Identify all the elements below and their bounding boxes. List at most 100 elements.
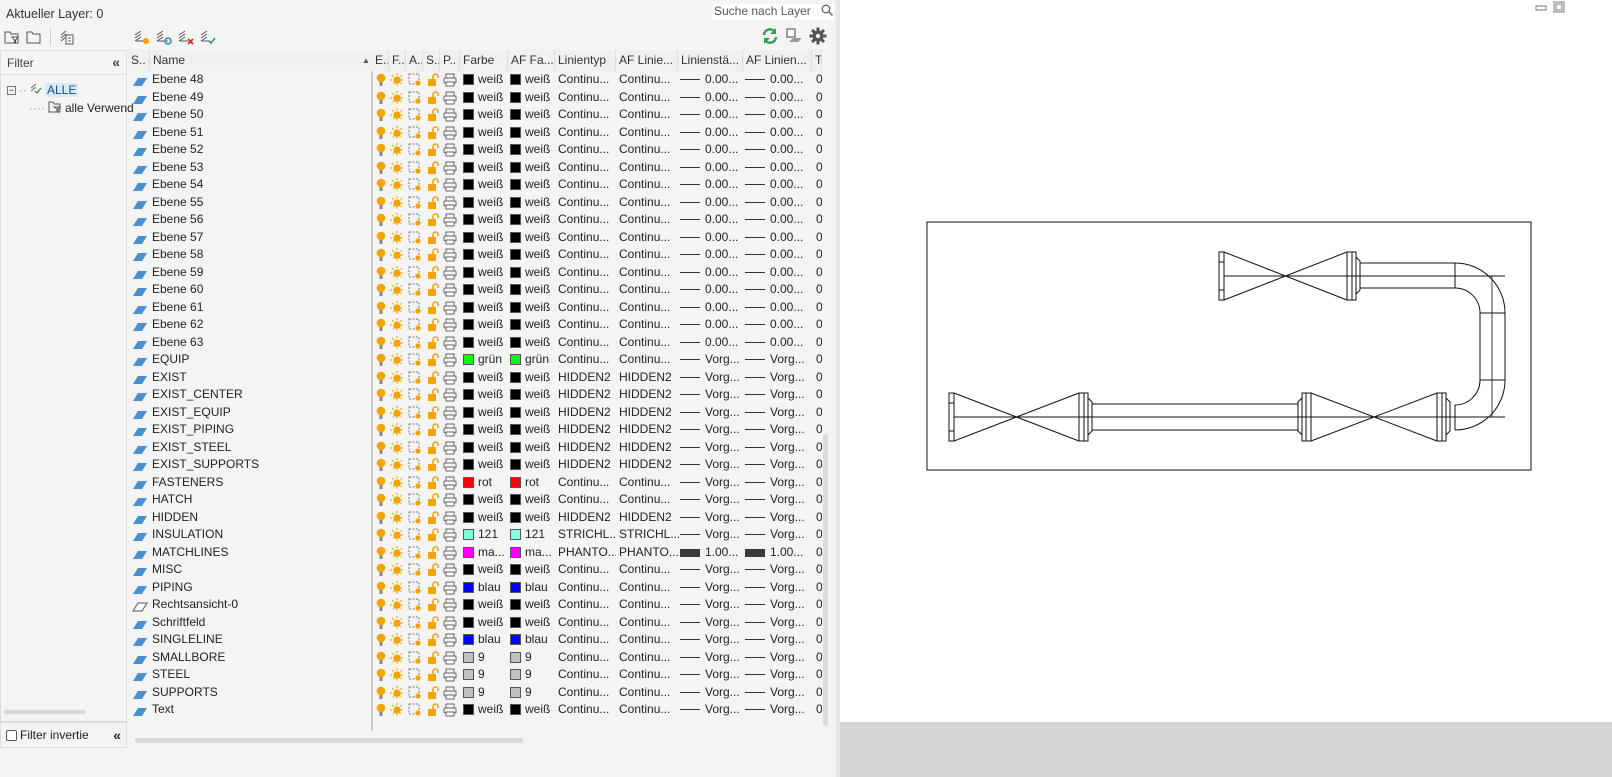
plot-toggle[interactable] bbox=[443, 176, 459, 194]
transparency-cell[interactable]: 0 bbox=[816, 316, 822, 334]
color-cell[interactable]: weiß bbox=[463, 369, 509, 387]
lineweight-cell[interactable]: 0.00... bbox=[680, 246, 744, 264]
color-cell[interactable]: weiß bbox=[463, 456, 509, 474]
col-vp-lineweight-header[interactable]: AF Linien... bbox=[743, 50, 812, 71]
lineweight-cell[interactable]: Vorg... bbox=[680, 456, 744, 474]
unlock-icon[interactable] bbox=[427, 631, 439, 649]
lineweight-cell[interactable]: 0.00... bbox=[680, 299, 744, 317]
vp-lineweight-cell[interactable]: 0.00... bbox=[745, 194, 813, 212]
vp-linetype-cell[interactable]: HIDDEN2 bbox=[619, 369, 679, 387]
printer-icon[interactable] bbox=[443, 544, 457, 562]
unlock-icon[interactable] bbox=[427, 246, 439, 264]
freeze-toggle[interactable] bbox=[390, 614, 406, 632]
vp-freeze-toggle[interactable] bbox=[408, 299, 424, 317]
on-toggle[interactable] bbox=[375, 141, 390, 159]
vp-color-cell[interactable]: weiß bbox=[510, 369, 556, 387]
lock-toggle[interactable] bbox=[427, 561, 441, 579]
unlock-icon[interactable] bbox=[427, 351, 439, 369]
linetype-cell[interactable]: Continu... bbox=[558, 631, 616, 649]
unlock-icon[interactable] bbox=[427, 439, 439, 457]
vp-linetype-cell[interactable]: Continu... bbox=[619, 316, 679, 334]
printer-icon[interactable] bbox=[443, 351, 457, 369]
on-bulb-icon[interactable] bbox=[375, 71, 387, 89]
vp-color-cell[interactable]: 9 bbox=[510, 666, 556, 684]
linetype-cell[interactable]: HIDDEN2 bbox=[558, 369, 616, 387]
vp-freeze-icon[interactable] bbox=[408, 666, 422, 684]
layer-name[interactable]: Ebene 54 bbox=[152, 176, 370, 194]
vp-linetype-cell[interactable]: Continu... bbox=[619, 229, 679, 247]
freeze-toggle[interactable] bbox=[390, 386, 406, 404]
color-cell[interactable]: 9 bbox=[463, 666, 509, 684]
vp-linetype-cell[interactable]: Continu... bbox=[619, 474, 679, 492]
thaw-sun-icon[interactable] bbox=[390, 701, 404, 719]
thaw-sun-icon[interactable] bbox=[390, 106, 404, 124]
on-bulb-icon[interactable] bbox=[375, 456, 387, 474]
on-toggle[interactable] bbox=[375, 334, 390, 352]
transparency-cell[interactable]: 0 bbox=[816, 561, 822, 579]
vp-lineweight-cell[interactable]: 0.00... bbox=[745, 211, 813, 229]
on-toggle[interactable] bbox=[375, 474, 390, 492]
search-icon[interactable] bbox=[821, 4, 834, 19]
vp-lineweight-cell[interactable]: 0.00... bbox=[745, 124, 813, 142]
freeze-toggle[interactable] bbox=[390, 491, 406, 509]
layer-name[interactable]: EQUIP bbox=[152, 351, 370, 369]
vp-freeze-icon[interactable] bbox=[408, 369, 422, 387]
linetype-cell[interactable]: Continu... bbox=[558, 141, 616, 159]
vp-freeze-icon[interactable] bbox=[408, 579, 422, 597]
printer-icon[interactable] bbox=[443, 666, 457, 684]
plot-toggle[interactable] bbox=[443, 561, 459, 579]
vp-linetype-cell[interactable]: Continu... bbox=[619, 666, 679, 684]
on-bulb-icon[interactable] bbox=[375, 666, 387, 684]
vp-linetype-cell[interactable]: Continu... bbox=[619, 176, 679, 194]
vp-freeze-icon[interactable] bbox=[408, 526, 422, 544]
layer-row[interactable]: MATCHLINES ma... ma... PHANTO... PHANTO... 1.… bbox=[128, 544, 822, 562]
lineweight-cell[interactable]: 0.00... bbox=[680, 141, 744, 159]
vp-color-cell[interactable]: weiß bbox=[510, 124, 556, 142]
transparency-cell[interactable]: 0 bbox=[816, 386, 822, 404]
vp-lineweight-cell[interactable]: 0.00... bbox=[745, 316, 813, 334]
on-bulb-icon[interactable] bbox=[375, 334, 387, 352]
layer-row[interactable]: EQUIP grün grün Continu... Continu... Vorg...… bbox=[128, 351, 822, 369]
vp-linetype-cell[interactable]: Continu... bbox=[619, 211, 679, 229]
vp-freeze-icon[interactable] bbox=[408, 316, 422, 334]
freeze-toggle[interactable] bbox=[390, 404, 406, 422]
linetype-cell[interactable]: Continu... bbox=[558, 666, 616, 684]
color-cell[interactable]: rot bbox=[463, 474, 509, 492]
on-bulb-icon[interactable] bbox=[375, 526, 387, 544]
vp-lineweight-cell[interactable]: Vorg... bbox=[745, 666, 813, 684]
lineweight-cell[interactable]: Vorg... bbox=[680, 491, 744, 509]
plot-toggle[interactable] bbox=[443, 509, 459, 527]
vp-freeze-icon[interactable] bbox=[408, 124, 422, 142]
transparency-cell[interactable]: 0 bbox=[816, 299, 822, 317]
on-toggle[interactable] bbox=[375, 684, 390, 702]
collapse-tree-icon[interactable]: − bbox=[7, 85, 16, 95]
lineweight-cell[interactable]: 0.00... bbox=[680, 334, 744, 352]
printer-icon[interactable] bbox=[443, 264, 457, 282]
transparency-cell[interactable]: 0 bbox=[816, 491, 822, 509]
vp-color-cell[interactable]: weiß bbox=[510, 106, 556, 124]
plot-toggle[interactable] bbox=[443, 386, 459, 404]
vp-freeze-icon[interactable] bbox=[408, 211, 422, 229]
layer-name[interactable]: Ebene 49 bbox=[152, 89, 370, 107]
layer-row[interactable]: Ebene 61 weiß weiß Continu... Continu... 0.00… bbox=[128, 299, 822, 317]
transparency-cell[interactable]: 0 bbox=[816, 106, 822, 124]
freeze-toggle[interactable] bbox=[390, 666, 406, 684]
vp-freeze-toggle[interactable] bbox=[408, 229, 424, 247]
on-toggle[interactable] bbox=[375, 106, 390, 124]
linetype-cell[interactable]: Continu... bbox=[558, 614, 616, 632]
printer-icon[interactable] bbox=[443, 89, 457, 107]
plot-toggle[interactable] bbox=[443, 526, 459, 544]
plot-toggle[interactable] bbox=[443, 229, 459, 247]
linetype-cell[interactable]: Continu... bbox=[558, 474, 616, 492]
lock-toggle[interactable] bbox=[427, 316, 441, 334]
lock-toggle[interactable] bbox=[427, 299, 441, 317]
color-cell[interactable]: weiß bbox=[463, 299, 509, 317]
filter-horizontal-scrollbar[interactable] bbox=[4, 710, 86, 714]
thaw-sun-icon[interactable] bbox=[390, 684, 404, 702]
vp-lineweight-cell[interactable]: 0.00... bbox=[745, 176, 813, 194]
vp-color-cell[interactable]: weiß bbox=[510, 281, 556, 299]
linetype-cell[interactable]: Continu... bbox=[558, 649, 616, 667]
freeze-toggle[interactable] bbox=[390, 264, 406, 282]
plot-toggle[interactable] bbox=[443, 649, 459, 667]
transparency-cell[interactable]: 0 bbox=[816, 421, 822, 439]
